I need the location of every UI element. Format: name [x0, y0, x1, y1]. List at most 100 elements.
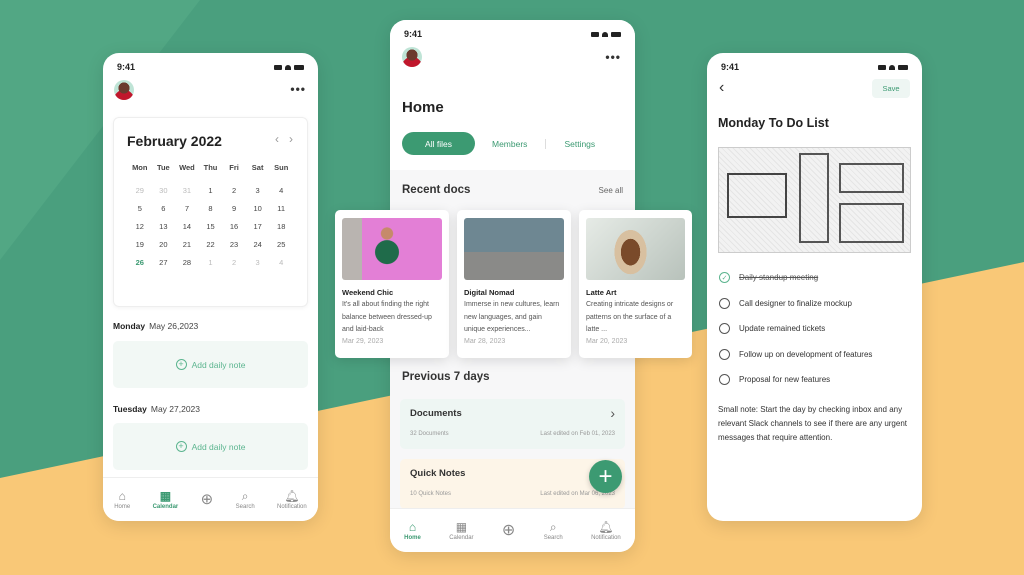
- tab-home[interactable]: ⌂ Home: [404, 521, 421, 541]
- fab-add-button[interactable]: +: [589, 460, 622, 493]
- doc-card[interactable]: Digital Nomad Immerse in new cultures, le…: [457, 210, 571, 358]
- todo-item[interactable]: Call designer to finalize mockup: [719, 291, 872, 317]
- avatar[interactable]: [114, 80, 134, 100]
- calendar-day[interactable]: 17: [246, 222, 270, 231]
- tab-notification[interactable]: 🔔︎ Notification: [591, 521, 621, 541]
- calendar-day[interactable]: 4: [269, 186, 293, 195]
- todo-item[interactable]: Proposal for new features: [719, 367, 872, 393]
- prev-month-icon[interactable]: ‹: [275, 132, 279, 146]
- calendar-day[interactable]: 2: [222, 258, 246, 267]
- tab-add[interactable]: ⊕: [501, 521, 516, 539]
- calendar-phone: 9:41 ••• February 2022 ‹ › Mon Tue Wed Thu Fr…: [103, 53, 318, 521]
- calendar-day[interactable]: 1: [199, 258, 223, 267]
- calendar-day[interactable]: 14: [175, 222, 199, 231]
- home-icon: ⌂: [408, 519, 417, 534]
- todo-text: Daily standup meeting: [739, 273, 819, 283]
- see-all-link[interactable]: See all: [599, 186, 623, 195]
- add-daily-note-button[interactable]: + Add daily note: [113, 423, 308, 470]
- calendar-icon: ▦: [159, 488, 172, 503]
- calendar-day[interactable]: 28: [175, 258, 199, 267]
- plus-circle-icon: +: [175, 359, 187, 370]
- tab-search[interactable]: ⌕ Search: [236, 490, 255, 510]
- doc-card[interactable]: Latte Art Creating intricate designs or p…: [579, 210, 692, 358]
- unchecked-circle-icon[interactable]: [719, 323, 730, 335]
- more-icon[interactable]: •••: [605, 50, 621, 64]
- calendar-day[interactable]: 12: [128, 222, 152, 231]
- save-button[interactable]: Save: [872, 79, 910, 98]
- tab-bar: ⌂ Home ▦ Calendar ⊕ ⌕ Search 🔔︎ Notification: [103, 477, 318, 521]
- todo-item[interactable]: Update remained tickets: [719, 316, 872, 342]
- page-title: Home: [402, 99, 444, 116]
- unchecked-circle-icon[interactable]: [719, 348, 730, 360]
- calendar-day[interactable]: 19: [128, 240, 152, 249]
- next-month-icon[interactable]: ›: [289, 132, 293, 146]
- unchecked-circle-icon[interactable]: [719, 374, 730, 386]
- calendar-day[interactable]: 24: [246, 240, 270, 249]
- calendar-day[interactable]: 23: [222, 240, 246, 249]
- search-icon: ⌕: [241, 488, 249, 503]
- calendar-day[interactable]: 6: [152, 204, 176, 213]
- todo-item[interactable]: ✓ Daily standup meeting: [719, 265, 872, 291]
- calendar-day[interactable]: 18: [269, 222, 293, 231]
- tab-search[interactable]: ⌕ Search: [544, 521, 563, 541]
- status-time: 9:41: [117, 62, 136, 72]
- tab-home[interactable]: ⌂ Home: [114, 490, 130, 510]
- calendar-day[interactable]: 1: [199, 186, 223, 195]
- calendar-day[interactable]: 25: [269, 240, 293, 249]
- month-title: February 2022: [127, 133, 222, 149]
- calendar-day[interactable]: 2: [222, 186, 246, 195]
- calendar-day[interactable]: 15: [199, 222, 223, 231]
- calendar-day[interactable]: 13: [152, 222, 176, 231]
- add-daily-note-button[interactable]: + Add daily note: [113, 341, 308, 388]
- status-bar: 9:41: [707, 53, 922, 77]
- filter-all-files[interactable]: All files: [402, 132, 475, 155]
- calendar-icon: ▦: [455, 519, 468, 534]
- weekday-label: Tue: [156, 163, 170, 172]
- unchecked-circle-icon[interactable]: [719, 297, 730, 309]
- section-title: Recent docs: [402, 184, 471, 196]
- day-label: Tuesday May 27,2023: [113, 404, 201, 414]
- calendar-day[interactable]: 3: [246, 258, 270, 267]
- doc-card[interactable]: Weekend Chic It's all about finding the r…: [335, 210, 449, 358]
- todo-list: ✓ Daily standup meeting Call designer to f…: [719, 265, 872, 393]
- calendar-day[interactable]: 5: [128, 204, 152, 213]
- calendar-day[interactable]: 20: [152, 240, 176, 249]
- documents-folder[interactable]: Documents › 32 Documents Last edited on F…: [400, 399, 625, 449]
- calendar-day[interactable]: 30: [152, 186, 176, 195]
- status-icons: [274, 64, 304, 70]
- tab-bar: ⌂ Home ▦ Calendar ⊕ ⌕ Search 🔔︎ Notification: [390, 508, 635, 552]
- tab-calendar[interactable]: ▦ Calendar: [153, 490, 179, 510]
- calendar-day[interactable]: 7: [175, 204, 199, 213]
- calendar-day[interactable]: 31: [175, 186, 199, 195]
- calendar-day[interactable]: 22: [199, 240, 223, 249]
- calendar-day[interactable]: 9: [222, 204, 246, 213]
- weekday-label: Sun: [274, 163, 289, 172]
- page-title: Monday To Do List: [718, 116, 829, 130]
- calendar-day[interactable]: 11: [269, 204, 293, 213]
- calendar-day[interactable]: 10: [246, 204, 270, 213]
- add-circle-icon: ⊕: [501, 521, 516, 539]
- tab-calendar[interactable]: ▦ Calendar: [449, 521, 473, 541]
- calendar-day[interactable]: 16: [222, 222, 246, 231]
- tab-add[interactable]: ⊕: [201, 492, 214, 507]
- calendar-day[interactable]: 27: [152, 258, 176, 267]
- filter-settings[interactable]: Settings: [564, 139, 595, 149]
- calendar-day[interactable]: 21: [175, 240, 199, 249]
- bell-icon: 🔔︎: [284, 488, 300, 503]
- back-icon[interactable]: ‹: [719, 79, 724, 97]
- tab-notification[interactable]: 🔔︎ Notification: [277, 490, 307, 510]
- filter-members[interactable]: Members: [492, 139, 527, 149]
- avatar[interactable]: [402, 47, 422, 67]
- calendar-day[interactable]: 29: [128, 186, 152, 195]
- status-time: 9:41: [721, 62, 740, 72]
- calendar-day[interactable]: 8: [199, 204, 223, 213]
- more-icon[interactable]: •••: [290, 82, 306, 96]
- weekday-label: Mon: [132, 163, 148, 172]
- checked-circle-icon[interactable]: ✓: [719, 272, 730, 284]
- calendar-day[interactable]: 26: [128, 258, 152, 267]
- calendar-day[interactable]: 4: [269, 258, 293, 267]
- weekday-label: Thu: [203, 163, 218, 172]
- todo-item[interactable]: Follow up on development of features: [719, 342, 872, 368]
- todo-text: Proposal for new features: [739, 375, 831, 385]
- calendar-day[interactable]: 3: [246, 186, 270, 195]
